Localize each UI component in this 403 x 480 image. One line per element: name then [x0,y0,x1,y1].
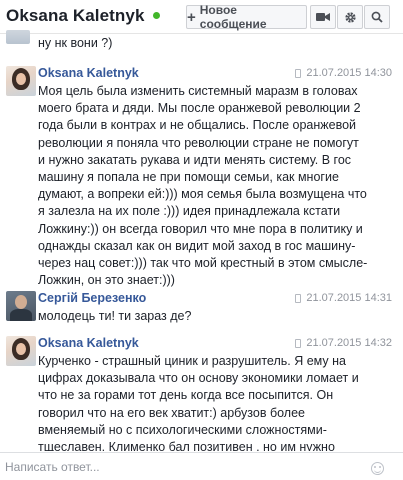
message-time-text: 21.07.2015 14:31 [306,292,392,304]
plus-icon: + [187,8,196,26]
emoji-icon[interactable] [371,462,384,475]
settings-button[interactable] [337,5,363,29]
message-timestamp: 21.07.2015 14:30 [295,67,392,79]
search-button[interactable] [364,5,390,29]
message-text: молодець ти! ти зараз де? [38,309,192,323]
avatar[interactable] [6,66,36,96]
message-fragment: ну нк вони ?) [38,36,113,50]
message-timestamp: 21.07.2015 14:32 [295,337,392,349]
online-status-indicator [153,12,160,19]
avatar[interactable] [6,336,36,366]
new-message-button[interactable]: + Новое сообщение [186,3,307,31]
video-camera-icon [316,13,330,21]
reply-composer [0,452,403,480]
phone-icon [295,338,302,348]
new-message-label: Новое сообщение [199,3,267,31]
phone-icon [295,68,302,78]
message-time-text: 21.07.2015 14:30 [306,67,392,79]
avatar[interactable] [6,291,36,321]
message-timestamp: 21.07.2015 14:31 [295,292,392,304]
reply-input[interactable] [5,457,365,477]
video-call-button[interactable] [310,5,336,29]
search-icon [371,11,383,23]
message-time-text: 21.07.2015 14:32 [306,337,392,349]
avatar [6,30,30,44]
message-sender[interactable]: Сергій Березенко [38,291,146,305]
message-text: Курченко - страшный циник и разрушитель.… [38,354,359,451]
gear-icon [344,11,356,23]
message-sender[interactable]: Oksana Kaletnyk [38,66,139,80]
message-sender[interactable]: Oksana Kaletnyk [38,336,139,350]
conversation-title[interactable]: Oksana Kaletnyk [6,6,145,26]
phone-icon [295,293,302,303]
message-text: Моя цель была изменить системный маразм … [38,84,368,288]
conversation-header: Oksana Kaletnyk + Новое сообщение [0,0,403,34]
